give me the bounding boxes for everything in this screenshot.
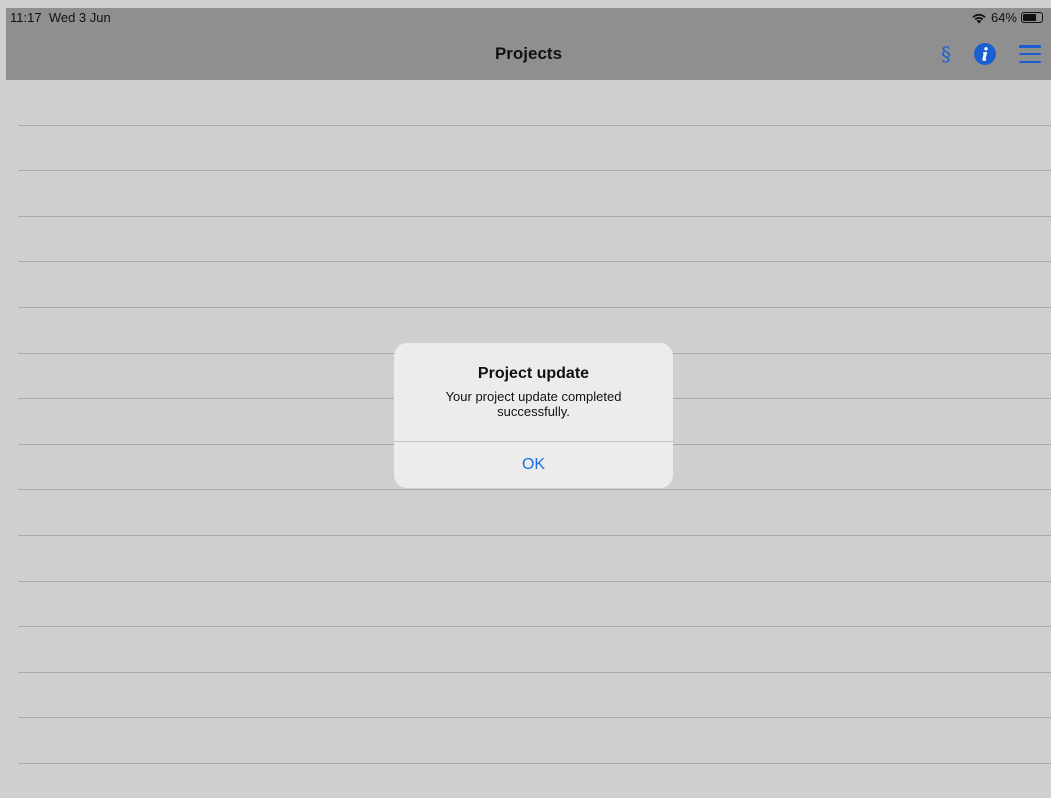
project-update-alert: Project update Your project update compl…: [394, 343, 673, 488]
status-bar-right: 64%: [971, 10, 1043, 25]
menu-icon[interactable]: [1019, 45, 1041, 63]
top-bar: 11:17 Wed 3 Jun 64% Projects §: [6, 8, 1051, 80]
battery-fill: [1023, 14, 1036, 21]
status-bar-time: 11:17 Wed 3 Jun: [10, 10, 111, 25]
list-row[interactable]: [18, 718, 1051, 764]
list-row[interactable]: [18, 262, 1051, 308]
list-row[interactable]: [18, 217, 1051, 263]
list-row[interactable]: [18, 80, 1051, 126]
wifi-icon: [972, 13, 986, 23]
list-row[interactable]: [18, 536, 1051, 582]
battery-percent: 64%: [990, 10, 1017, 25]
screen: 11:17 Wed 3 Jun 64% Projects § Project u…: [0, 0, 1051, 798]
section-icon[interactable]: §: [941, 42, 951, 66]
page-title: Projects: [494, 44, 563, 63]
list-row[interactable]: [18, 582, 1051, 628]
nav-actions: §: [941, 42, 1041, 66]
list-row[interactable]: [18, 490, 1051, 536]
list-row[interactable]: [18, 171, 1051, 217]
alert-message: Your project update completed successful…: [445, 389, 622, 419]
list-row[interactable]: [18, 627, 1051, 673]
list-row[interactable]: [18, 673, 1051, 719]
status-date: Wed 3 Jun: [48, 10, 111, 25]
ok-button[interactable]: OK: [394, 442, 673, 488]
info-icon[interactable]: [973, 42, 997, 66]
battery-icon: [1021, 12, 1043, 23]
status-time: 11:17: [10, 10, 42, 25]
list-row[interactable]: [18, 126, 1051, 172]
alert-title: Project update: [477, 365, 590, 382]
